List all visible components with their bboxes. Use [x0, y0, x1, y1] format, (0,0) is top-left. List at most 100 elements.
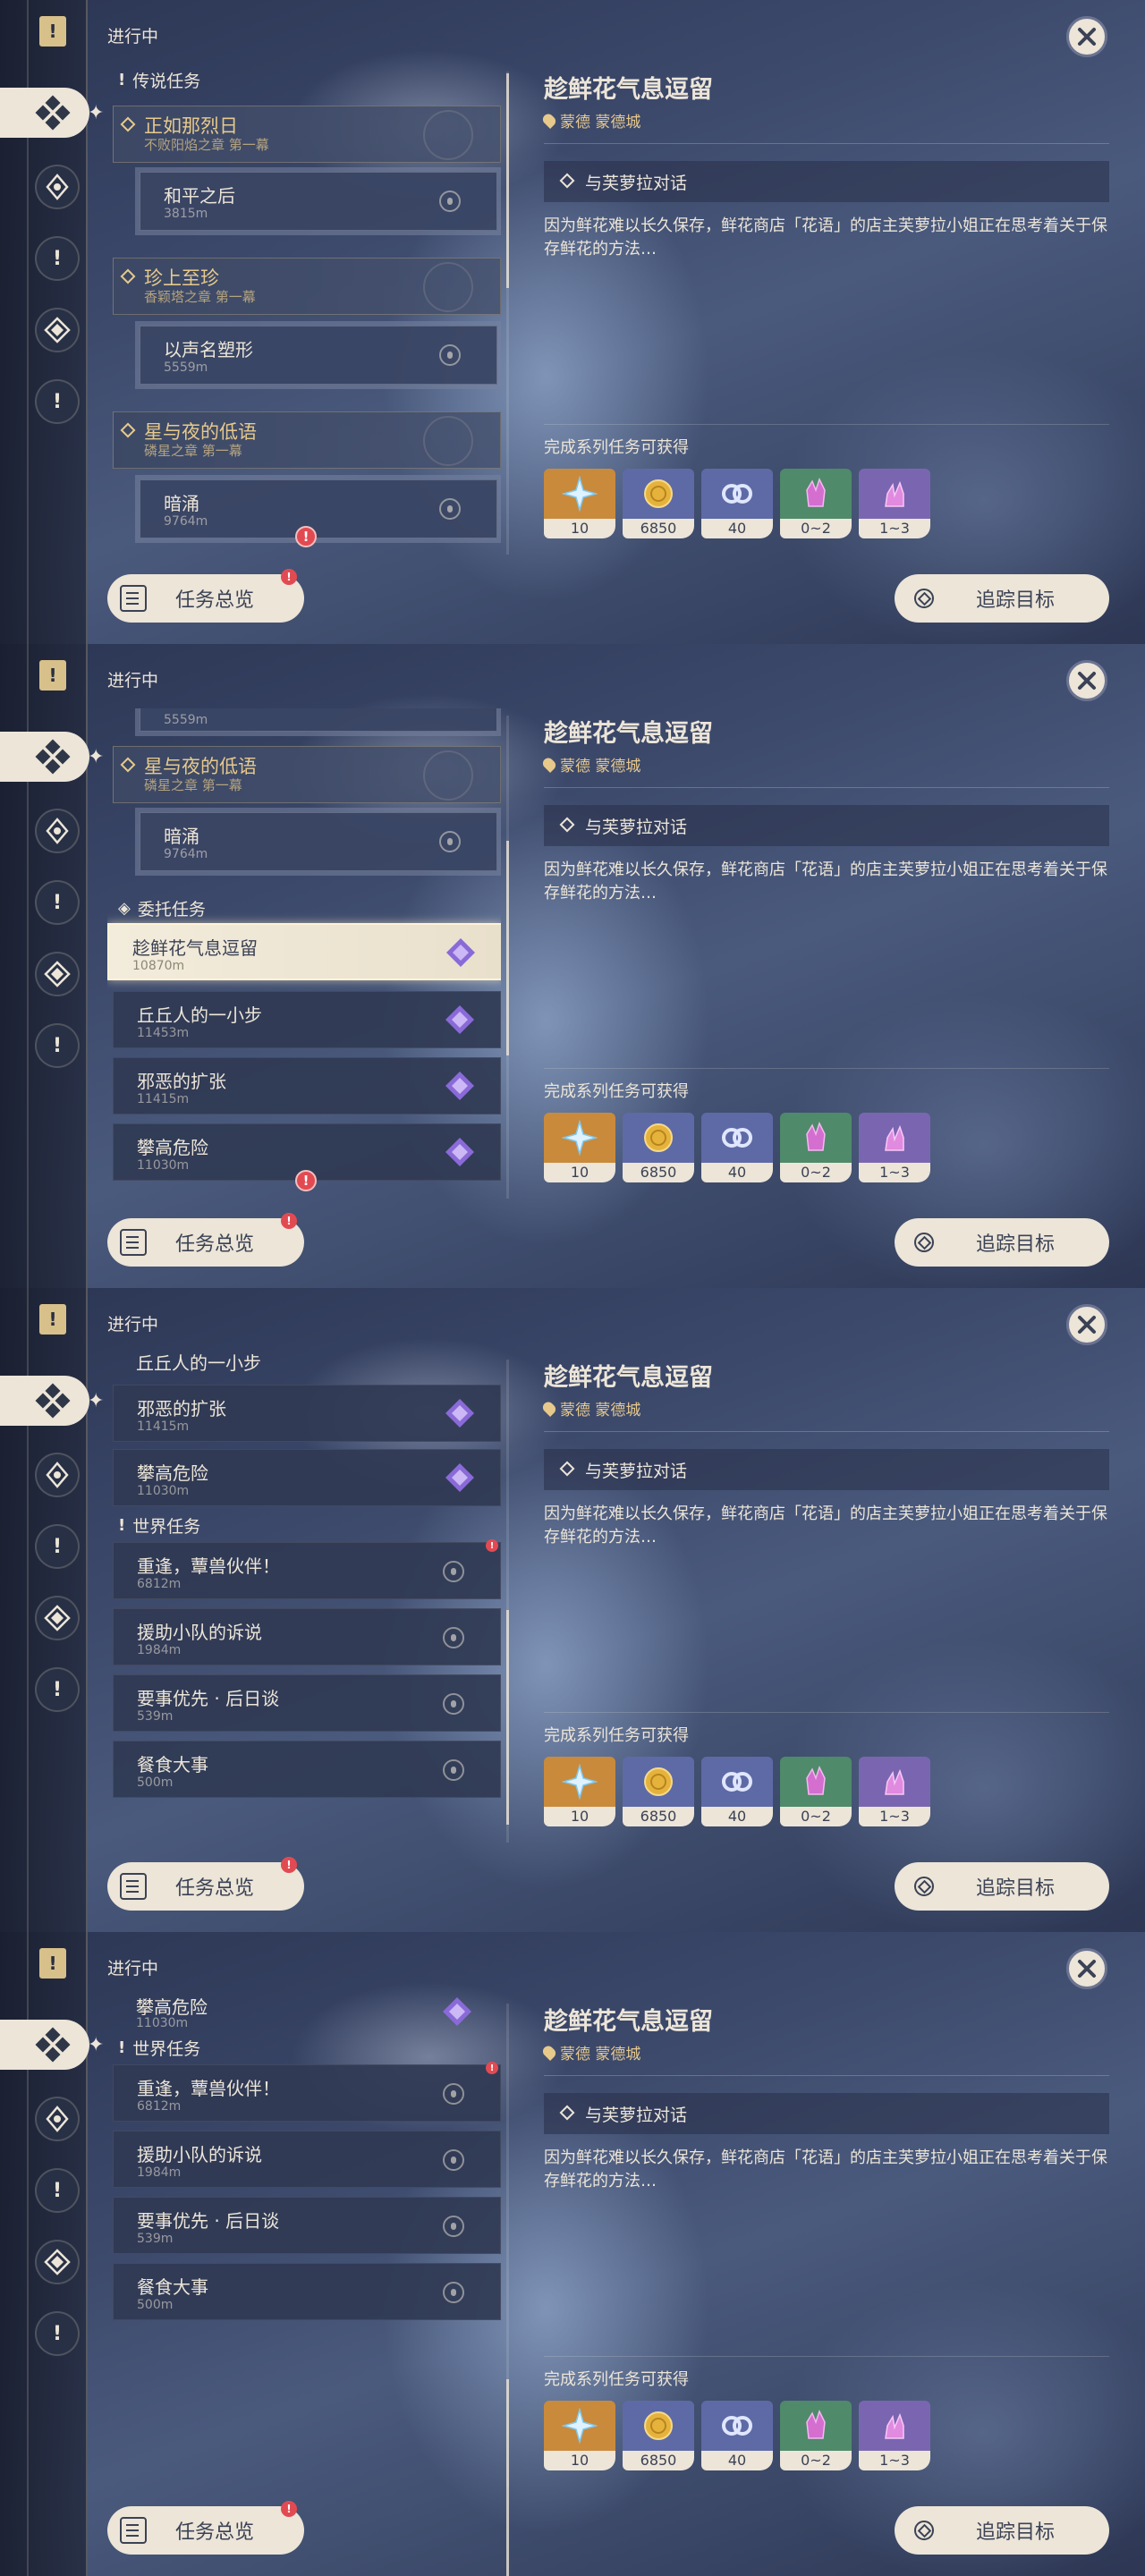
world-quest-item[interactable]: 重逢，蕈兽伙伴！ 6812m!: [113, 1539, 501, 1599]
navigate-pin-icon[interactable]: [443, 2149, 464, 2171]
world-quest-item[interactable]: 餐食大事 500m: [113, 1741, 501, 1798]
commission-quest-item[interactable]: 邪恶的扩张 11415m: [113, 1385, 501, 1442]
navigate-pin-icon[interactable]: [439, 344, 461, 366]
reward-item[interactable]: 1~3: [859, 2401, 930, 2470]
sidebar-item-story[interactable]: !: [35, 880, 80, 925]
sidebar-item-all-quests[interactable]: [0, 732, 89, 782]
navigate-pin-icon[interactable]: [443, 2083, 464, 2105]
reward-item[interactable]: 0~2: [780, 469, 852, 538]
exclamation-icon: !: [52, 390, 63, 413]
quest-distance: 1984m: [137, 1643, 182, 1657]
reward-item[interactable]: 1~3: [859, 1113, 930, 1182]
reward-item[interactable]: 1~3: [859, 1757, 930, 1826]
quest-description: 因为鲜花难以长久保存，鲜花商店「花语」的店主芙萝拉小姐正在思考着关于保存鲜花的方…: [544, 1504, 1107, 1546]
track-objective-button[interactable]: 追踪目标: [895, 2506, 1109, 2555]
reward-item[interactable]: 40: [701, 1113, 773, 1182]
track-objective-button[interactable]: 追踪目标: [895, 1218, 1109, 1267]
sidebar-item-story[interactable]: !: [35, 236, 80, 281]
reward-item[interactable]: 6850: [623, 469, 694, 538]
commission-quest-item[interactable]: 攀高危险 11030m: [113, 1449, 501, 1506]
list-scrollbar-thumb[interactable]: [506, 2379, 509, 2576]
reward-item[interactable]: 10: [544, 1757, 615, 1826]
list-scrollbar-thumb[interactable]: [506, 73, 509, 288]
legend-quest-item[interactable]: 暗涌 9764m: [135, 808, 501, 876]
close-button[interactable]: [1066, 660, 1107, 701]
navigate-pin-icon[interactable]: [439, 498, 461, 520]
reward-item[interactable]: 10: [544, 2401, 615, 2470]
world-quest-item[interactable]: 重逢，蕈兽伙伴！ 6812m!: [113, 2062, 501, 2122]
chapter-header[interactable]: 星与夜的低语 磷星之章 第一幕: [113, 411, 501, 469]
list-scrollbar-thumb[interactable]: [506, 1610, 509, 1825]
sidebar-item-story[interactable]: !: [35, 1524, 80, 1569]
sidebar-item-all-quests[interactable]: [0, 1376, 89, 1426]
sidebar-item-archon[interactable]: [35, 809, 80, 853]
sidebar-item-archon[interactable]: [35, 165, 80, 209]
reward-item[interactable]: 40: [701, 469, 773, 538]
reward-item[interactable]: 1~3: [859, 469, 930, 538]
reward-item[interactable]: 10: [544, 1113, 615, 1182]
commission-quest-item[interactable]: 丘丘人的一小步 11453m: [113, 991, 501, 1048]
sidebar-item-story[interactable]: !: [35, 2168, 80, 2213]
sidebar-item-world[interactable]: !: [35, 1023, 80, 1068]
sidebar-item-archon[interactable]: [35, 2097, 80, 2141]
sidebar-item-commission[interactable]: [35, 308, 80, 352]
navigate-pin-icon[interactable]: [443, 1627, 464, 1648]
sidebar-item-commission[interactable]: [35, 952, 80, 996]
legend-quest-item[interactable]: 和平之后 3815m: [135, 167, 501, 235]
sidebar: ! ✦ ! !: [0, 1288, 104, 1932]
reward-item[interactable]: 6850: [623, 2401, 694, 2470]
sidebar-item-commission[interactable]: [35, 1596, 80, 1640]
close-button[interactable]: [1066, 16, 1107, 57]
reward-item[interactable]: 40: [701, 1757, 773, 1826]
track-objective-button[interactable]: 追踪目标: [895, 574, 1109, 623]
track-objective-button[interactable]: 追踪目标: [895, 1862, 1109, 1911]
legend-quest-item[interactable]: 暗涌 9764m: [135, 475, 501, 543]
reward-item[interactable]: 6850: [623, 1757, 694, 1826]
commission-quest-item[interactable]: 趁鲜花气息逗留 10870m: [107, 923, 501, 980]
navigate-pin-icon[interactable]: [443, 1693, 464, 1715]
world-quest-item[interactable]: 要事优先 · 后日谈 539m: [113, 1674, 501, 1732]
close-button[interactable]: [1066, 1948, 1107, 1989]
legend-quest-item[interactable]: 5559m: [135, 708, 501, 736]
sidebar-item-all-quests[interactable]: [0, 2020, 89, 2070]
legend-quest-item[interactable]: 以声名塑形 5559m: [135, 321, 501, 389]
alert-badge: !: [281, 1213, 297, 1229]
list-scrollbar-thumb[interactable]: [506, 841, 509, 1055]
world-quest-item[interactable]: 要事优先 · 后日谈 539m: [113, 2197, 501, 2254]
alert-badge: !: [281, 1857, 297, 1873]
reward-item[interactable]: 0~2: [780, 1113, 852, 1182]
chapter-header[interactable]: 正如那烈日 不败阳焰之章 第一幕: [113, 106, 501, 163]
chapter-header[interactable]: 星与夜的低语 磷星之章 第一幕: [113, 746, 501, 803]
divider: [544, 2356, 1109, 2357]
reward-item[interactable]: 10: [544, 469, 615, 538]
navigate-pin-icon[interactable]: [443, 1561, 464, 1582]
quest-overview-button[interactable]: 任务总览 !: [107, 2501, 304, 2555]
close-button[interactable]: [1066, 1304, 1107, 1345]
navigate-pin-icon[interactable]: [443, 2216, 464, 2237]
reward-label: 完成系列任务可获得: [544, 438, 689, 457]
navigate-pin-icon[interactable]: [443, 1759, 464, 1781]
sidebar-item-archon[interactable]: [35, 1453, 80, 1497]
divider: [544, 143, 1109, 144]
sidebar-item-world[interactable]: !: [35, 2311, 80, 2356]
reward-item[interactable]: 0~2: [780, 2401, 852, 2470]
world-quest-item[interactable]: 餐食大事 500m: [113, 2263, 501, 2320]
reward-item[interactable]: 40: [701, 2401, 773, 2470]
quest-overview-button[interactable]: 任务总览 !: [107, 569, 304, 623]
quest-overview-button[interactable]: 任务总览 !: [107, 1213, 304, 1267]
navigate-pin-icon[interactable]: [443, 2282, 464, 2303]
sidebar-item-world[interactable]: !: [35, 379, 80, 424]
world-quest-item[interactable]: 援助小队的诉说 1984m: [113, 1608, 501, 1665]
world-quest-item[interactable]: 援助小队的诉说 1984m: [113, 2131, 501, 2188]
reward-item[interactable]: 0~2: [780, 1757, 852, 1826]
sidebar-item-commission[interactable]: [35, 2240, 80, 2284]
sidebar-item-all-quests[interactable]: [0, 88, 89, 138]
navigate-pin-icon[interactable]: [439, 831, 461, 852]
quest-overview-button[interactable]: 任务总览 !: [107, 1857, 304, 1911]
sidebar-item-world[interactable]: !: [35, 1667, 80, 1712]
reward-item[interactable]: 6850: [623, 1113, 694, 1182]
navigate-pin-icon[interactable]: [439, 191, 461, 212]
quest-step: 与芙萝拉对话: [544, 2093, 1109, 2134]
chapter-header[interactable]: 珍上至珍 香颖塔之章 第一幕: [113, 258, 501, 315]
commission-quest-item[interactable]: 邪恶的扩张 11415m: [113, 1057, 501, 1114]
